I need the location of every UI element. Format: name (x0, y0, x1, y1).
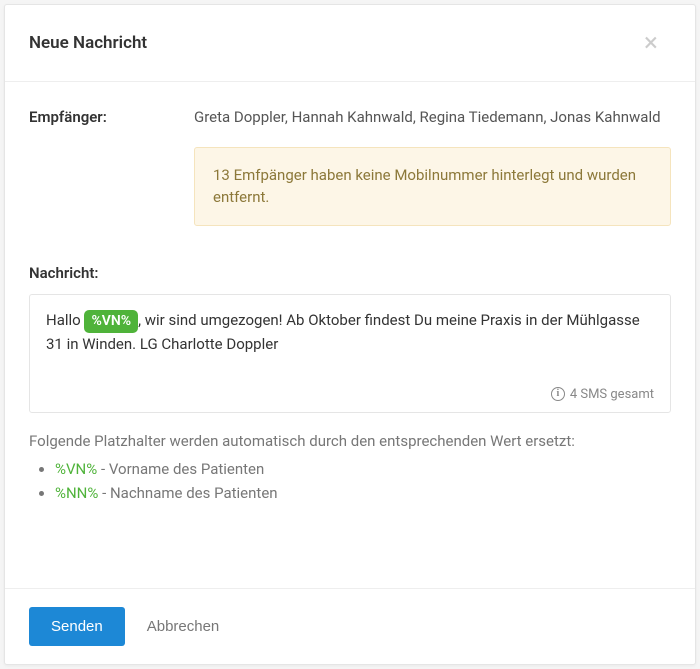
placeholder-code: %NN% (55, 484, 98, 502)
recipients-row: Empfänger: Greta Doppler, Hannah Kahnwal… (29, 106, 671, 226)
message-prefix: Hallo (46, 311, 84, 329)
modal-body: Empfänger: Greta Doppler, Hannah Kahnwal… (5, 82, 695, 588)
close-icon: × (644, 30, 658, 56)
recipients-names: Greta Doppler, Hannah Kahnwald, Regina T… (194, 106, 671, 129)
placeholder-help: Folgende Platzhalter werden automatisch … (29, 429, 671, 505)
sms-count: 4 SMS gesamt (570, 387, 654, 402)
recipients-warning: 13 Emfpänger haben keine Mobilnummer hin… (194, 147, 671, 226)
message-label: Nachricht: (29, 264, 671, 282)
placeholder-item-nn: %NN% - Nachname des Patienten (55, 481, 671, 505)
close-button[interactable]: × (631, 23, 671, 63)
placeholder-code: %VN% (55, 460, 97, 478)
placeholder-intro: Folgende Platzhalter werden automatisch … (29, 429, 671, 453)
info-icon: i (551, 387, 565, 401)
placeholder-desc: - Nachname des Patienten (98, 484, 277, 502)
cancel-button[interactable]: Abbrechen (147, 618, 220, 635)
modal-title: Neue Nachricht (29, 33, 147, 53)
message-text: Hallo %VN%, wir sind umgezogen! Ab Oktob… (46, 309, 654, 369)
placeholder-list: %VN% - Vorname des Patienten %NN% - Nach… (29, 457, 671, 505)
message-footer: i 4 SMS gesamt (46, 387, 654, 402)
modal-header: Neue Nachricht × (5, 5, 695, 82)
recipients-label: Empfänger: (29, 106, 194, 226)
recipients-value-col: Greta Doppler, Hannah Kahnwald, Regina T… (194, 106, 671, 226)
modal-footer: Senden Abbrechen (5, 588, 695, 664)
new-message-modal: Neue Nachricht × Empfänger: Greta Dopple… (4, 4, 696, 665)
message-input[interactable]: Hallo %VN%, wir sind umgezogen! Ab Oktob… (29, 294, 671, 413)
send-button[interactable]: Senden (29, 607, 125, 646)
placeholder-tag-vn: %VN% (84, 310, 138, 334)
placeholder-item-vn: %VN% - Vorname des Patienten (55, 457, 671, 481)
placeholder-desc: - Vorname des Patienten (97, 460, 264, 478)
